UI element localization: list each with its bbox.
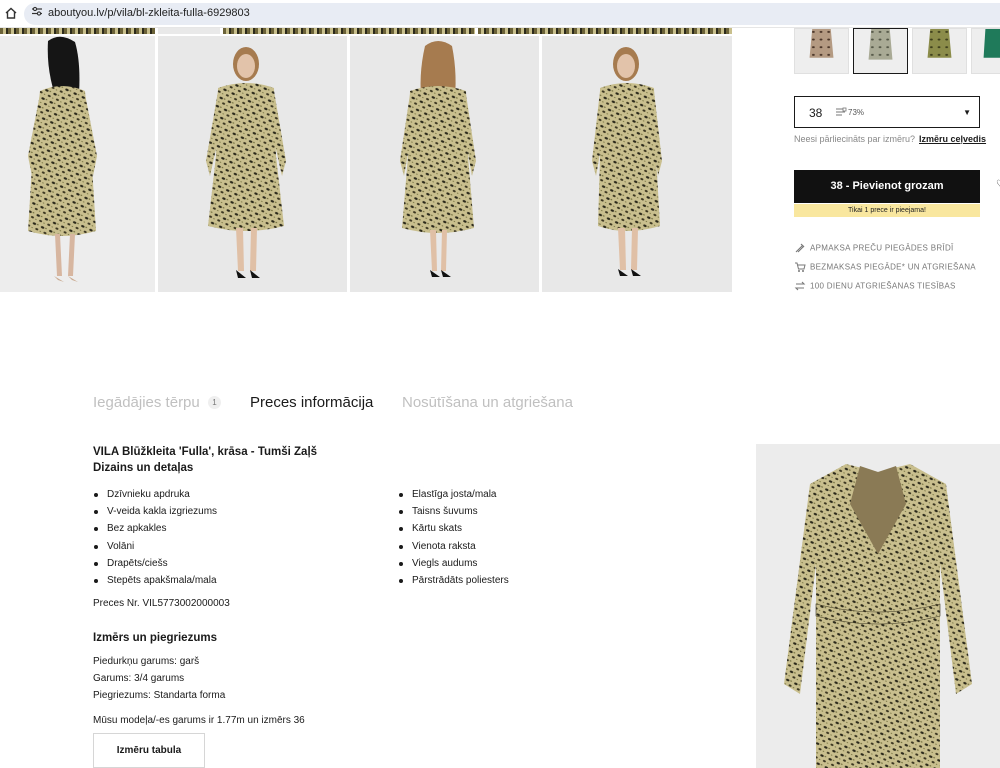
home-icon[interactable] [3,5,19,21]
size-fit-heading: Izmērs un piegriezums [93,632,217,644]
size-table-button[interactable]: Izmēru tabula [93,733,205,768]
tab-product-info[interactable]: Preces informācija [250,394,373,411]
perk-payment: APMAKSA PREČU PIEGĀDES BRĪDĪ [794,242,954,256]
product-photo-front[interactable] [158,36,347,292]
gallery-strip [223,28,475,34]
perk-returns: 100 DIENU ATGRIEŠANAS TIESĪBAS [794,280,956,294]
selected-size: 38 [809,106,823,120]
tab-shop-the-look[interactable]: Iegādājies tērpu [93,394,200,411]
url-field[interactable]: aboutyou.lv/p/vila/bl-zkleita-fulla-6929… [24,3,1000,25]
features-list-right: Elastīga josta/mala Taisns šuvums Kārtu … [398,486,509,589]
fit-line-length: Garums: 3/4 garums [93,673,185,684]
color-swatch-green[interactable] [971,28,1000,74]
feature-item: Pārstrādāts poliesters [398,572,509,589]
perk-free-delivery: BEZMAKSAS PIEGĀDE* UN ATGRIEŠANA [794,261,976,275]
color-swatch-olive[interactable] [912,28,967,74]
feature-item: Bez apkakles [93,520,217,537]
gallery-strip [0,28,155,34]
fit-indicator-icon [836,107,847,116]
fit-percent: 73% [848,108,865,117]
product-photo-side[interactable] [542,36,732,292]
product-flatlay-photo[interactable] [756,444,1000,768]
color-swatch-brown[interactable] [794,28,849,74]
feature-item: Stepēts apakšmala/mala [93,572,217,589]
wishlist-icon[interactable]: ♡ [996,179,1000,190]
payment-icon [794,242,806,254]
chevron-down-icon: ▼ [963,108,971,117]
url-text: aboutyou.lv/p/vila/bl-zkleita-fulla-6929… [48,7,250,19]
product-photo-back[interactable] [0,36,155,292]
cart-delivery-icon [794,261,806,273]
product-photo-back-2[interactable] [350,36,539,292]
product-title: VILA Blūžkleita 'Fulla', krāsa - Tumši Z… [93,446,318,458]
fit-line-model: Mūsu modeļa/-es garums ir 1.77m un izmēr… [93,715,305,726]
feature-item: Drapēts/ciešs [93,555,217,572]
stock-note: Tikai 1 prece ir pieejama! [794,204,980,217]
feature-item: Dzīvnieku apdruka [93,486,217,503]
return-arrows-icon [794,280,806,292]
feature-item: Elastīga josta/mala [398,486,509,503]
size-select[interactable]: 38 73% ▼ [794,96,980,128]
browser-address-bar: aboutyou.lv/p/vila/bl-zkleita-fulla-6929… [0,0,1000,28]
feature-item: Vienota raksta [398,538,509,555]
article-number: Preces Nr. VIL5773002000003 [93,598,230,609]
feature-item: Volāni [93,538,217,555]
site-settings-icon[interactable] [31,6,43,16]
add-to-cart-button[interactable]: 38 - Pievienot grozam [794,170,980,203]
fit-line-sleeve: Piedurkņu garums: garš [93,656,200,667]
size-guide-link[interactable]: Izmēru ceļvedis [919,134,986,144]
feature-item: Taisns šuvums [398,503,509,520]
features-list-left: Dzīvnieku apdruka V-veida kakla izgriezu… [93,486,217,589]
color-swatch-dark-green-selected[interactable] [853,28,908,74]
feature-item: V-veida kakla izgriezums [93,503,217,520]
tab-count-badge: 1 [208,396,221,409]
feature-item: Viegls audums [398,555,509,572]
size-hint: Neesi pārliecināts par izmēru? [794,134,916,144]
gallery-strip [158,28,220,34]
fit-line-cut: Piegriezums: Standarta forma [93,690,226,701]
tab-shipping-returns[interactable]: Nosūtīšana un atgriešana [402,394,573,411]
gallery-strip [478,28,732,34]
feature-item: Kārtu skats [398,520,509,537]
design-heading: Dizains un detaļas [93,462,194,474]
